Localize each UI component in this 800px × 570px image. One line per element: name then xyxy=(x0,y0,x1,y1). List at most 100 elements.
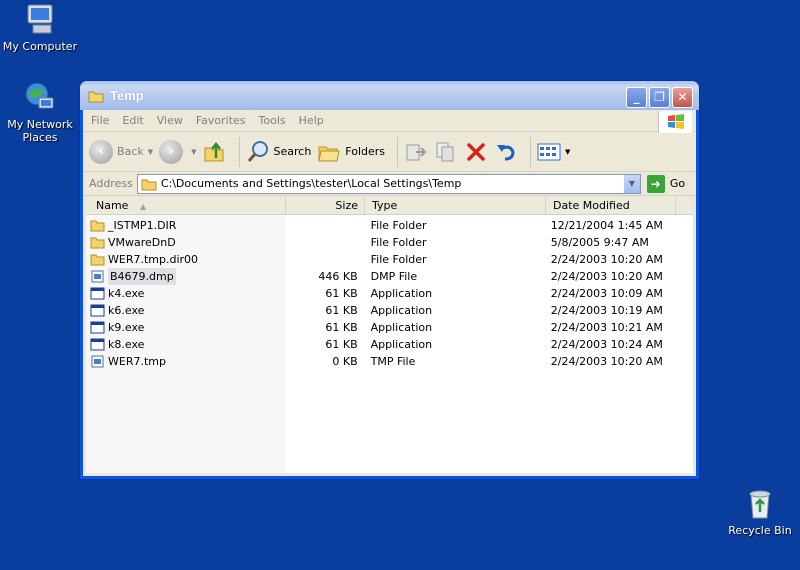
file-type: DMP File xyxy=(370,270,418,283)
menu-help[interactable]: Help xyxy=(299,114,324,127)
list-item[interactable]: k4.exe 61 KB Application 2/24/2003 10:09… xyxy=(86,285,693,302)
network-places-icon xyxy=(25,82,54,109)
file-date: 2/24/2003 10:20 AM xyxy=(550,355,663,368)
copy-to-icon xyxy=(436,142,454,161)
app-icon xyxy=(90,304,105,317)
column-header-label: Type xyxy=(372,199,398,212)
file-name: WER7.tmp.dir00 xyxy=(108,253,199,266)
title-bar[interactable]: Temp _ ❐ ✕ xyxy=(80,81,699,110)
window-title: Temp xyxy=(110,88,144,103)
toolbar-separator xyxy=(397,136,399,167)
file-date: 5/8/2005 9:47 AM xyxy=(550,236,649,249)
app-icon xyxy=(90,287,105,300)
sort-ascending-icon: ▲ xyxy=(139,202,147,211)
column-header-name[interactable]: Name ▲ xyxy=(86,197,286,215)
chevron-down-icon[interactable]: ▼ xyxy=(148,148,153,156)
file-name: k6.exe xyxy=(108,304,145,317)
file-name: VMwareDnD xyxy=(108,236,176,249)
address-bar: Address C:\Documents and Settings\tester… xyxy=(83,172,696,196)
file-size: 0 KB xyxy=(332,355,358,368)
file-name: _ISTMP1.DIR xyxy=(108,219,177,232)
chevron-down-icon[interactable]: ▼ xyxy=(565,148,570,156)
menu-view[interactable]: View xyxy=(157,114,183,127)
file-type: File Folder xyxy=(370,219,427,232)
file-date: 12/21/2004 1:45 AM xyxy=(550,219,663,232)
menu-bar: File Edit View Favorites Tools Help xyxy=(83,110,696,133)
restore-icon: ❐ xyxy=(654,90,665,104)
column-header-date[interactable]: Date Modified xyxy=(546,197,676,215)
file-list[interactable]: Name ▲ Size Type Date Modified _ISTMP1.D… xyxy=(86,197,693,473)
delete-button[interactable] xyxy=(464,140,488,164)
toolbar: ‹ Back ▼ › ▼ Search Folders ▼ xyxy=(83,132,696,172)
folder-icon xyxy=(141,179,157,190)
folder-icon xyxy=(90,254,105,266)
list-item[interactable]: k6.exe 61 KB Application 2/24/2003 10:19… xyxy=(86,302,693,319)
restore-button[interactable]: ❐ xyxy=(649,87,670,108)
views-icon xyxy=(537,143,561,160)
desktop-icon-network-places[interactable]: My Network Places xyxy=(0,80,80,144)
app-icon xyxy=(90,338,105,351)
list-item[interactable]: k9.exe 61 KB Application 2/24/2003 10:21… xyxy=(86,319,693,336)
file-date: 2/24/2003 10:24 AM xyxy=(550,338,663,351)
menu-file[interactable]: File xyxy=(91,114,109,127)
close-icon: ✕ xyxy=(677,90,688,104)
close-button[interactable]: ✕ xyxy=(672,87,693,108)
file-type: File Folder xyxy=(370,253,427,266)
menu-edit[interactable]: Edit xyxy=(122,114,143,127)
chevron-down-icon[interactable]: ▼ xyxy=(191,148,196,156)
file-date: 2/24/2003 10:20 AM xyxy=(550,253,663,266)
file-type: File Folder xyxy=(370,236,427,249)
forward-button[interactable]: › ▼ xyxy=(159,139,197,164)
folders-label: Folders xyxy=(345,145,386,158)
list-item[interactable]: WER7.tmp.dir00 File Folder 2/24/2003 10:… xyxy=(86,251,693,268)
file-icon xyxy=(91,270,104,283)
file-date: 2/24/2003 10:21 AM xyxy=(550,321,663,334)
file-size: 61 KB xyxy=(325,338,358,351)
file-size xyxy=(285,251,364,268)
folder-icon xyxy=(88,91,104,102)
file-size: 61 KB xyxy=(325,321,358,334)
search-button[interactable]: Search xyxy=(246,140,311,164)
column-header-label: Size xyxy=(335,199,358,212)
file-date: 2/24/2003 10:20 AM xyxy=(550,270,663,283)
file-type: TMP File xyxy=(370,355,416,368)
file-size: 61 KB xyxy=(325,304,358,317)
list-item[interactable]: VMwareDnD File Folder 5/8/2005 9:47 AM xyxy=(86,234,693,251)
views-button[interactable]: ▼ xyxy=(537,142,570,162)
go-button[interactable]: ➜ Go xyxy=(646,174,685,193)
back-label: Back xyxy=(117,145,144,158)
folders-icon xyxy=(318,146,340,161)
toolbar-separator xyxy=(530,136,532,167)
desktop-icon-label: My Computer xyxy=(2,40,78,53)
list-item[interactable]: WER7.tmp 0 KB TMP File 2/24/2003 10:20 A… xyxy=(86,353,693,370)
address-dropdown-button[interactable]: ▼ xyxy=(622,174,640,193)
search-icon xyxy=(247,140,268,162)
desktop-icon-label: Recycle Bin xyxy=(728,524,792,537)
list-item[interactable]: k8.exe 61 KB Application 2/24/2003 10:24… xyxy=(86,336,693,353)
list-header: Name ▲ Size Type Date Modified xyxy=(86,197,693,215)
move-to-button[interactable] xyxy=(404,140,428,164)
computer-icon xyxy=(27,4,53,34)
desktop-icon-my-computer[interactable]: My Computer xyxy=(0,2,80,53)
column-header-size[interactable]: Size xyxy=(286,197,365,215)
copy-to-button[interactable] xyxy=(434,140,458,164)
folders-button[interactable]: Folders xyxy=(317,141,385,163)
address-input[interactable]: C:\Documents and Settings\tester\Local S… xyxy=(136,173,641,194)
menu-favorites[interactable]: Favorites xyxy=(196,114,246,127)
file-name: WER7.tmp xyxy=(108,355,166,368)
file-name: k9.exe xyxy=(108,321,145,334)
minimize-icon: _ xyxy=(633,90,640,104)
list-item[interactable]: _ISTMP1.DIR File Folder 12/21/2004 1:45 … xyxy=(86,217,693,234)
column-header-type[interactable]: Type xyxy=(365,197,546,215)
desktop-icon-recycle-bin[interactable]: Recycle Bin xyxy=(720,486,800,537)
file-icon xyxy=(91,355,104,368)
file-size: 61 KB xyxy=(325,287,358,300)
desktop-icon-label: My Network Places xyxy=(7,118,73,144)
minimize-button[interactable]: _ xyxy=(626,87,647,108)
back-button[interactable]: ‹ Back ▼ xyxy=(89,139,153,164)
column-header-label: Name xyxy=(96,199,129,212)
up-folder-button[interactable] xyxy=(203,140,227,164)
undo-button[interactable] xyxy=(494,140,518,164)
list-item[interactable]: B4679.dmp 446 KB DMP File 2/24/2003 10:2… xyxy=(86,268,693,285)
menu-tools[interactable]: Tools xyxy=(259,114,286,127)
